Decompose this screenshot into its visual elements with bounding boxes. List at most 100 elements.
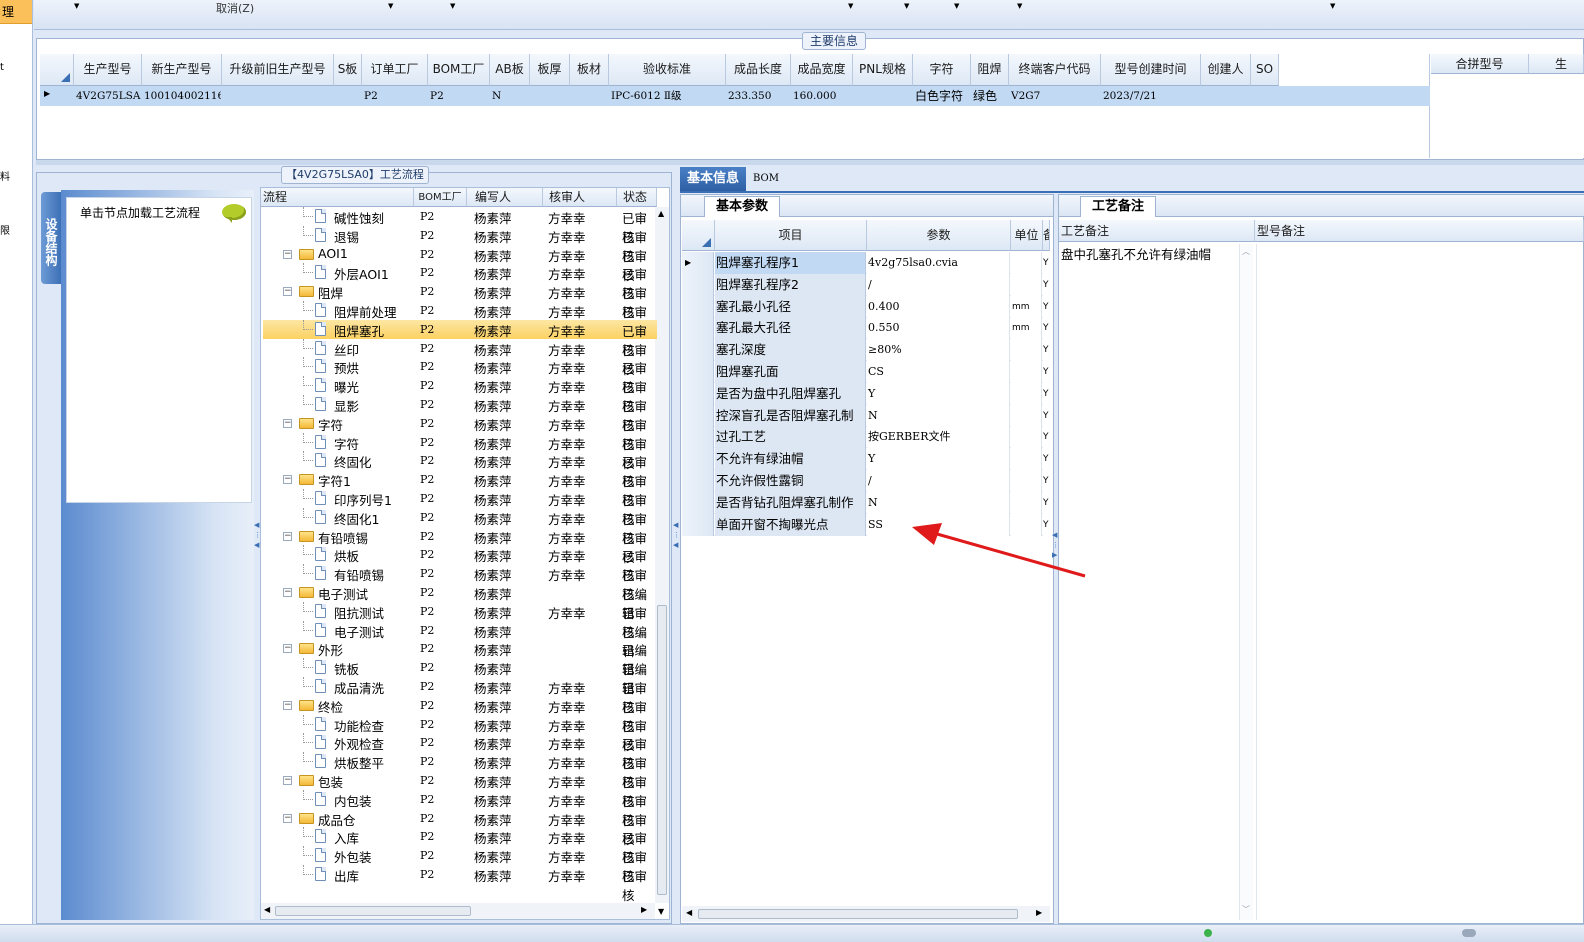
main-col-header[interactable]: 验收标准	[609, 54, 726, 86]
tree-row[interactable]: 曝光 P2 杨素萍 方幸幸 已审核	[263, 376, 657, 414]
param-value-cell[interactable]: /	[867, 470, 1010, 492]
param-value-cell[interactable]: N	[867, 404, 1010, 427]
param-row-header[interactable]	[682, 361, 714, 383]
main-col-header[interactable]: 终端客户代码	[1009, 54, 1101, 86]
tree-row[interactable]: 烘板整平 P2 杨素萍 方幸幸 已审核	[263, 752, 657, 790]
tree-row[interactable]: 预烘 P2 杨素萍 方幸幸 已审核	[263, 357, 657, 395]
main-row-cell[interactable]: P2	[364, 86, 427, 106]
dropdown-arrow-icon[interactable]: ▼	[450, 2, 455, 10]
tree-row[interactable]: 外层AOI1 P2 杨素萍 方幸幸 已审核	[263, 263, 657, 301]
tree-row[interactable]: 内包装 P2 杨素萍 方幸幸 已审核	[263, 789, 657, 828]
main-col-header[interactable]: AB板	[490, 54, 530, 86]
tree-row[interactable]: − 字符1 P2 杨素萍 方幸幸 已审核	[263, 470, 657, 508]
tree-row[interactable]: 终固化 P2 杨素萍 方幸幸 已审核	[263, 451, 657, 489]
tree-vscroll-thumb[interactable]	[657, 605, 667, 895]
process-note-text[interactable]: 盘中孔塞孔不允许有绿油帽	[1061, 244, 1237, 263]
main-row-cell[interactable]	[855, 86, 912, 106]
scroll-left-icon[interactable]: ◀	[686, 908, 692, 917]
param-row[interactable]: 过孔工艺 按GERBER文件 Y	[682, 426, 1050, 449]
tree-row[interactable]: 入库 P2 杨素萍 方幸幸 已审核	[263, 827, 657, 865]
tree-hscrollbar[interactable]: ◀ ▶	[261, 903, 655, 919]
scroll-right-icon[interactable]: ▶	[641, 905, 647, 914]
main-row-cell[interactable]: V2G7	[1011, 86, 1100, 106]
param-row[interactable]: 控深盲孔是否阻焊塞孔制作 N Y	[682, 404, 1050, 445]
param-row-header[interactable]	[682, 448, 714, 471]
tree-row[interactable]: 退锡 P2 杨素萍 方幸幸 已审核	[263, 225, 657, 264]
scroll-right-icon[interactable]: ▶	[1036, 908, 1042, 917]
left-nav-item-active[interactable]: 理	[0, 0, 32, 24]
main-row-cell[interactable]: 绿色	[973, 86, 1008, 106]
tree-row[interactable]: − AOI1 P2 杨素萍 方幸幸 已审核	[263, 245, 657, 283]
tree-row[interactable]: 功能检查 P2 杨素萍 方幸幸 已审核	[263, 714, 657, 753]
param-row[interactable]: 塞孔深度 ≥80% Y	[682, 339, 1050, 362]
tab-basic-info[interactable]: 基本信息	[680, 167, 746, 191]
main-col-header[interactable]: 成品宽度	[791, 54, 853, 86]
params-hscrollbar[interactable]: ◀ ▶	[682, 906, 1050, 922]
param-row-header[interactable]	[682, 295, 714, 318]
dropdown-arrow-icon[interactable]: ▼	[904, 2, 909, 10]
collapse-toggle-icon[interactable]: −	[283, 776, 292, 785]
param-value-cell[interactable]: 0.400	[867, 295, 1010, 318]
tree-row[interactable]: 显影 P2 杨素萍 方幸幸 已审核	[263, 395, 657, 433]
main-col-header[interactable]: 阻焊	[971, 54, 1009, 86]
collapse-toggle-icon[interactable]: −	[283, 700, 292, 710]
scroll-up-icon[interactable]: ︿	[1242, 246, 1250, 257]
tree-row[interactable]: − 终检 P2 杨素萍 方幸幸 已审核	[263, 696, 657, 734]
main-col-header[interactable]: 升级前旧生产型号	[222, 54, 334, 86]
main-row-cell[interactable]	[1203, 86, 1250, 106]
collapse-toggle-icon[interactable]: −	[283, 531, 292, 541]
params-hscroll-thumb[interactable]	[698, 909, 1018, 919]
main-row-cell[interactable]: 10010400211670	[144, 86, 221, 106]
dropdown-arrow-icon[interactable]: ▼	[954, 2, 959, 10]
main-col-header[interactable]: 型号创建时间	[1101, 54, 1201, 86]
main-row-cell[interactable]: P2	[430, 86, 489, 106]
param-row[interactable]: 阻焊塞孔程序2 / Y	[682, 273, 1050, 296]
pane-collapse-handle[interactable]: ◀ ⋮ ◀	[673, 520, 680, 580]
param-row-header[interactable]	[682, 513, 714, 536]
model-note-area[interactable]	[1256, 244, 1582, 920]
tree-row[interactable]: 阻焊前处理P2杨素萍方幸幸已审核	[263, 301, 657, 339]
main-row-cell[interactable]: IPC-6012 Ⅱ级	[611, 86, 725, 106]
tree-row[interactable]: − 成品仓 P2 杨素萍 方幸幸 已审核	[263, 809, 657, 847]
tree-hscroll-thumb[interactable]	[275, 906, 471, 916]
param-row[interactable]: 不允许假性露铜 / Y	[682, 470, 1050, 492]
horizontal-splitter[interactable]	[36, 160, 1584, 165]
tree-row[interactable]: − 字符 P2 杨素萍 方幸幸 已审核	[263, 414, 657, 452]
main-col-header[interactable]: 新生产型号	[142, 54, 222, 86]
tree-row[interactable]: 出库 P2 杨素萍 方幸幸 已审核	[263, 865, 657, 903]
main-row-cell[interactable]: 160.000	[793, 86, 852, 106]
param-row[interactable]: ▶ 阻焊塞孔程序1 4v2g75lsa0.cvia Y	[682, 252, 1050, 274]
param-row-header[interactable]	[682, 470, 714, 492]
main-info-row[interactable]: ▶ 4V2G75LSA010010400211670P2P2NIPC-6012 …	[40, 86, 1430, 106]
param-row-header[interactable]	[682, 382, 714, 405]
main-row-cell[interactable]: 白色字符	[915, 86, 970, 106]
main-row-cell[interactable]	[532, 86, 569, 106]
main-row-cell[interactable]: 233.350	[728, 86, 790, 106]
scroll-down-icon[interactable]: ▼	[658, 907, 664, 916]
collapse-toggle-icon[interactable]: −	[283, 249, 292, 259]
left-nav-char[interactable]: 限	[0, 222, 10, 237]
param-row[interactable]: 是否为盘中孔阻焊塞孔 Y Y	[682, 382, 1050, 405]
pane-collapse-handle[interactable]: ◀ ⋮ ◀	[254, 520, 261, 580]
tree-row[interactable]: − 外形 P2 杨素萍 已编辑	[263, 639, 657, 677]
param-row-header[interactable]	[682, 273, 714, 296]
tree-row[interactable]: − 有铅喷锡 P2 杨素萍 方幸幸 已审核	[263, 527, 657, 565]
process-note-scrollbar[interactable]: ︿ ﹀	[1239, 244, 1253, 920]
param-value-cell[interactable]: CS	[867, 361, 1010, 383]
tree-row[interactable]: 外包装 P2 杨素萍 方幸幸 已审核	[263, 846, 657, 884]
tree-row[interactable]: 外观检查 P2 杨素萍 方幸幸 已审核	[263, 733, 657, 771]
param-row-header[interactable]	[682, 426, 714, 449]
param-row-header[interactable]: ▶	[682, 252, 714, 274]
main-row-cell[interactable]: 2023/7/21	[1103, 86, 1200, 106]
tree-row[interactable]: 铣板 P2 杨素萍 已编辑	[263, 658, 657, 696]
left-nav-char[interactable]: 料	[0, 168, 10, 183]
main-col-header[interactable]: BOM工厂	[428, 54, 490, 86]
tree-row[interactable]: 成品清洗 P2 杨素萍 方幸幸 已审核	[263, 677, 657, 715]
param-value-cell[interactable]: Y	[867, 382, 1010, 405]
scroll-down-icon[interactable]: ﹀	[1242, 904, 1250, 915]
main-row-cell[interactable]	[572, 86, 608, 106]
tree-row[interactable]: 丝印 P2 杨素萍 方幸幸 已审核	[263, 338, 657, 377]
tree-row[interactable]: − 阻焊 P2 杨素萍 方幸幸 已审核	[263, 282, 657, 320]
tab-bom[interactable]: BOM	[748, 167, 784, 191]
collapse-toggle-icon[interactable]: −	[283, 644, 292, 654]
